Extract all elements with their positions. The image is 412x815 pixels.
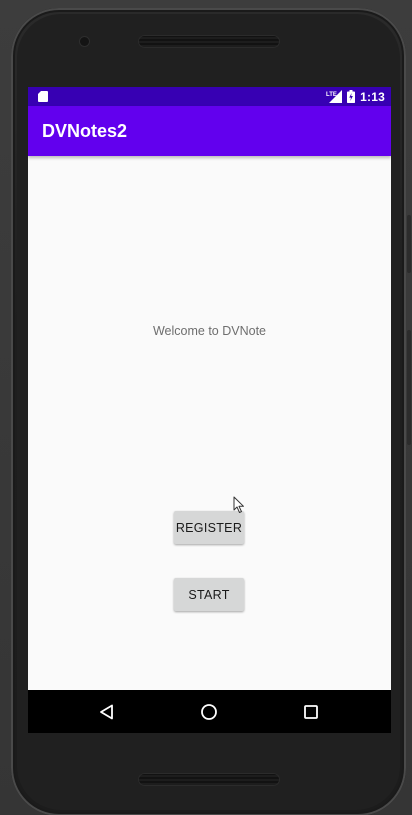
welcome-text: Welcome to DVNote bbox=[152, 324, 266, 338]
device-screen: LTE 1:13 DVNotes2 Welcome to DVNote REGI… bbox=[28, 87, 391, 733]
app-title: DVNotes2 bbox=[42, 121, 128, 141]
back-button[interactable] bbox=[95, 700, 119, 724]
lte-signal-icon: LTE bbox=[326, 90, 343, 103]
register-button[interactable]: REGISTER bbox=[174, 511, 244, 544]
sd-card-icon bbox=[38, 91, 48, 102]
navigation-bar bbox=[28, 690, 391, 733]
back-icon bbox=[100, 704, 113, 720]
mouse-pointer-icon bbox=[233, 496, 244, 513]
bottom-speaker-grille bbox=[138, 773, 280, 786]
start-button[interactable]: START bbox=[174, 578, 244, 611]
home-button[interactable] bbox=[197, 700, 221, 724]
emulator-stage: LTE 1:13 DVNotes2 Welcome to DVNote REGI… bbox=[0, 0, 412, 815]
status-time: 1:13 bbox=[360, 89, 385, 104]
recents-button[interactable] bbox=[299, 700, 323, 724]
volume-button[interactable] bbox=[407, 330, 411, 445]
home-icon bbox=[201, 704, 217, 720]
main-content: Welcome to DVNote REGISTER START bbox=[28, 156, 391, 690]
power-button[interactable] bbox=[407, 215, 411, 273]
status-bar: LTE 1:13 bbox=[28, 87, 391, 106]
status-icons: LTE 1:13 bbox=[326, 89, 385, 104]
recents-icon bbox=[304, 705, 318, 719]
front-camera bbox=[80, 37, 89, 46]
svg-text:LTE: LTE bbox=[326, 92, 337, 98]
top-speaker-grille bbox=[138, 35, 280, 48]
battery-icon bbox=[347, 90, 356, 103]
app-bar: DVNotes2 bbox=[28, 106, 391, 156]
